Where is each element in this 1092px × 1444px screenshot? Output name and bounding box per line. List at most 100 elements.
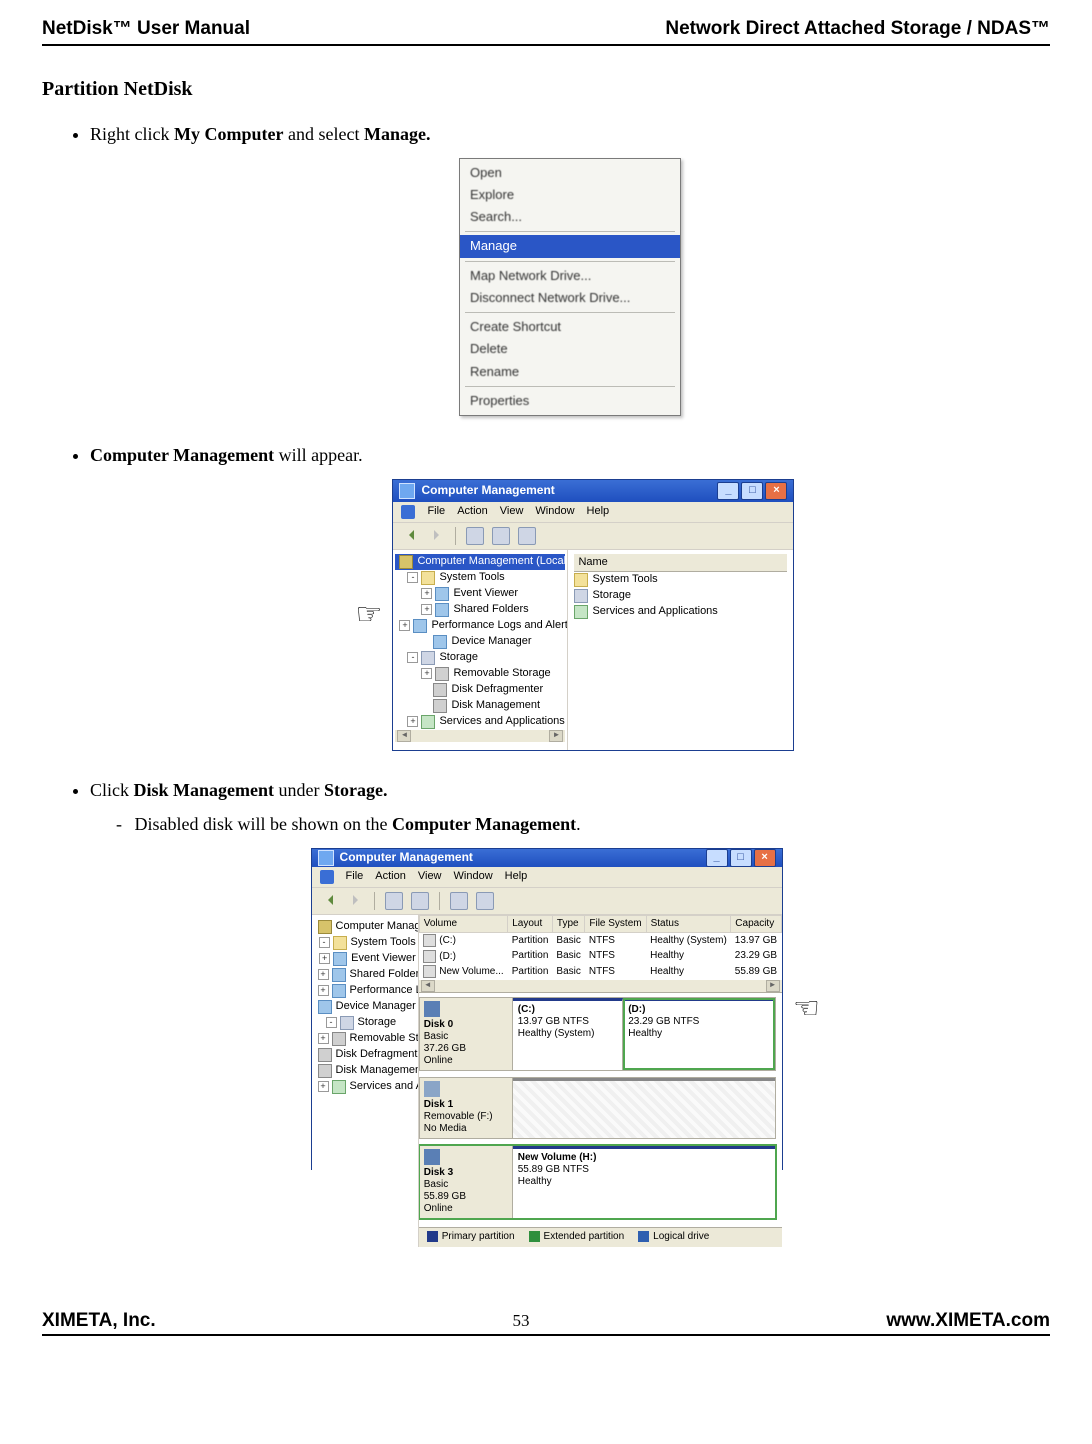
expand-icon[interactable]: + — [318, 985, 329, 996]
list-header[interactable]: Name — [574, 554, 787, 573]
menu-item[interactable]: View — [500, 505, 524, 519]
system-menu-icon[interactable] — [320, 870, 334, 884]
context-menu-item-selected[interactable]: Manage — [460, 235, 680, 257]
expand-icon[interactable]: + — [407, 716, 418, 727]
collapse-icon[interactable]: - — [326, 1017, 337, 1028]
collapse-icon[interactable]: - — [319, 937, 330, 948]
back-icon[interactable] — [320, 892, 338, 908]
scroll-right-icon[interactable]: ► — [766, 980, 780, 992]
disk-row[interactable]: Disk 1 Removable (F:) No Media — [419, 1077, 776, 1139]
expand-icon[interactable]: + — [318, 1081, 329, 1092]
collapse-icon[interactable]: - — [407, 572, 418, 583]
expand-icon[interactable]: + — [421, 588, 432, 599]
context-menu-item[interactable]: Properties — [460, 390, 680, 412]
context-menu-item[interactable]: Search... — [460, 206, 680, 228]
tree-item[interactable]: Device Manager — [314, 999, 416, 1015]
partition-empty[interactable] — [513, 1078, 775, 1138]
tree-item[interactable]: +Event Viewer — [395, 586, 565, 602]
partition[interactable]: New Volume (H:) 55.89 GB NTFS Healthy — [513, 1146, 775, 1218]
partition[interactable]: (D:) 23.29 GB NTFS Healthy — [623, 998, 774, 1070]
scrollbar-horizontal[interactable]: ◄ ► — [395, 730, 565, 742]
disk-row[interactable]: Disk 0 Basic 37.26 GB Online (C:) 13. — [419, 997, 776, 1071]
close-button[interactable]: × — [765, 482, 787, 500]
maximize-button[interactable]: □ — [741, 482, 763, 500]
menu-item[interactable]: Action — [457, 505, 488, 519]
tree-item[interactable]: +Shared Folders — [314, 967, 416, 983]
context-menu-item[interactable]: Open — [460, 162, 680, 184]
toolbar-icon[interactable] — [385, 892, 403, 910]
menu-item[interactable]: Action — [375, 870, 406, 884]
expand-icon[interactable]: + — [318, 969, 329, 980]
disk-row-highlighted[interactable]: Disk 3 Basic 55.89 GB Online New Volume … — [419, 1145, 776, 1219]
titlebar[interactable]: Computer Management _ □ × — [312, 849, 782, 867]
maximize-button[interactable]: □ — [730, 849, 752, 867]
column-header[interactable]: File System — [585, 915, 646, 933]
toolbar-icon[interactable] — [518, 527, 536, 545]
system-menu-icon[interactable] — [401, 505, 415, 519]
column-header[interactable]: Volume — [419, 915, 507, 933]
column-header[interactable]: Status — [646, 915, 731, 933]
tree-item[interactable]: Disk Management — [314, 1063, 416, 1079]
tree-item[interactable]: +Removable Storage — [395, 666, 565, 682]
context-menu-item[interactable]: Map Network Drive... — [460, 265, 680, 287]
table-row[interactable]: (D:) Partition Basic NTFS Healthy 23.29 … — [419, 949, 781, 965]
expand-icon[interactable]: + — [421, 668, 432, 679]
partition[interactable]: (C:) 13.97 GB NTFS Healthy (System) — [513, 998, 623, 1070]
toolbar-icon[interactable] — [476, 892, 494, 910]
back-icon[interactable] — [401, 527, 419, 543]
expand-icon[interactable]: + — [399, 620, 410, 631]
scroll-left-icon[interactable]: ◄ — [421, 980, 435, 992]
tree-item[interactable]: Disk Defragmenter — [314, 1047, 416, 1063]
context-menu-item[interactable]: Disconnect Network Drive... — [460, 287, 680, 309]
scroll-right-icon[interactable]: ► — [549, 730, 563, 742]
column-header[interactable]: Layout — [508, 915, 553, 933]
column-header[interactable]: Capacity — [731, 915, 781, 933]
menu-item[interactable]: View — [418, 870, 442, 884]
scrollbar-horizontal[interactable]: ◄ ► — [419, 980, 782, 992]
tree-item[interactable]: +Performance Logs and Alerts — [314, 983, 416, 999]
close-button[interactable]: × — [754, 849, 776, 867]
menu-item[interactable]: Help — [505, 870, 528, 884]
tree-item[interactable]: +Shared Folders — [395, 602, 565, 618]
menu-item[interactable]: File — [427, 505, 445, 519]
context-menu-item[interactable]: Explore — [460, 184, 680, 206]
menu-item[interactable]: Window — [535, 505, 574, 519]
tree-root[interactable]: Computer Management (Local) — [314, 919, 416, 935]
tree-item[interactable]: +Services and Applications — [395, 714, 565, 730]
table-row[interactable]: (C:) Partition Basic NTFS Healthy (Syste… — [419, 933, 781, 949]
tree-root[interactable]: Computer Management (Local) — [395, 554, 565, 570]
tree-item[interactable]: Disk Management — [395, 698, 565, 714]
scroll-left-icon[interactable]: ◄ — [397, 730, 411, 742]
tree-item[interactable]: +Services and Applications — [314, 1079, 416, 1095]
collapse-icon[interactable]: - — [407, 652, 418, 663]
column-header[interactable]: Type — [552, 915, 584, 933]
list-item[interactable]: Services and Applications — [574, 604, 787, 620]
tree-item[interactable]: Disk Defragmenter — [395, 682, 565, 698]
toolbar-icon[interactable] — [492, 527, 510, 545]
tree-item[interactable]: Device Manager — [395, 634, 565, 650]
titlebar[interactable]: Computer Management _ □ × — [393, 480, 793, 502]
toolbar-icon[interactable] — [450, 892, 468, 910]
menu-item[interactable]: Window — [454, 870, 493, 884]
tree-item[interactable]: -Storage — [395, 650, 565, 666]
toolbar-icon[interactable] — [466, 527, 484, 545]
forward-icon[interactable] — [346, 892, 364, 908]
table-row[interactable]: New Volume... Partition Basic NTFS Healt… — [419, 964, 781, 980]
tree-item[interactable]: +Removable Storage — [314, 1031, 416, 1047]
context-menu-item[interactable]: Delete — [460, 338, 680, 360]
tree-item[interactable]: +Performance Logs and Alerts — [395, 618, 565, 634]
tree-item[interactable]: +Event Viewer — [314, 951, 416, 967]
toolbar-icon[interactable] — [411, 892, 429, 910]
context-menu-item[interactable]: Create Shortcut — [460, 316, 680, 338]
expand-icon[interactable]: + — [318, 1033, 329, 1044]
menu-item[interactable]: File — [346, 870, 364, 884]
expand-icon[interactable]: + — [421, 604, 432, 615]
minimize-button[interactable]: _ — [717, 482, 739, 500]
expand-icon[interactable]: + — [319, 953, 330, 964]
minimize-button[interactable]: _ — [706, 849, 728, 867]
list-item[interactable]: Storage — [574, 588, 787, 604]
list-item[interactable]: System Tools — [574, 572, 787, 588]
tree-item[interactable]: -Storage — [314, 1015, 416, 1031]
menu-item[interactable]: Help — [587, 505, 610, 519]
forward-icon[interactable] — [427, 527, 445, 543]
